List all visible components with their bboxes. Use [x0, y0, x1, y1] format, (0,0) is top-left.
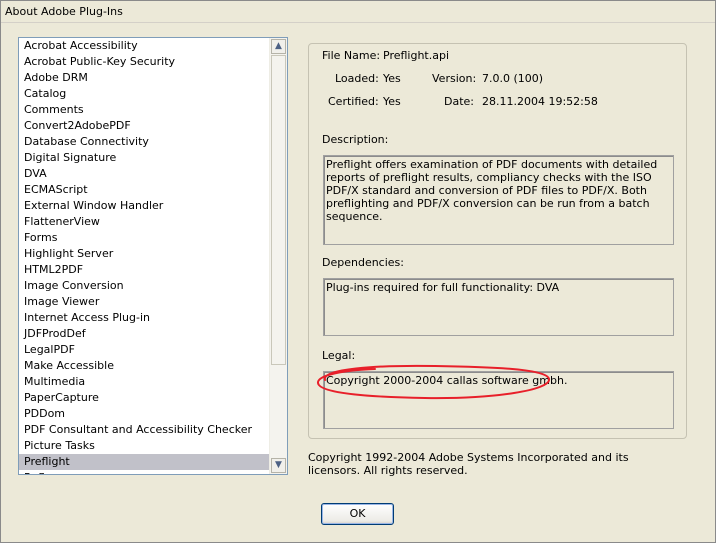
plugin-list-item[interactable]: Convert2AdobePDF [19, 118, 271, 134]
version-value: 7.0.0 (100) [482, 72, 544, 85]
scroll-down-arrow-icon[interactable]: ▼ [271, 458, 286, 473]
dependencies-label: Dependencies: [322, 256, 404, 269]
dependencies-textbox[interactable]: Plug-ins required for full functionality… [323, 278, 674, 336]
plugin-list-item[interactable]: Comments [19, 102, 271, 118]
window-title: About Adobe Plug-Ins [5, 5, 123, 18]
scroll-thumb[interactable] [271, 55, 286, 365]
legal-label: Legal: [322, 349, 356, 362]
plugin-list-item[interactable]: Picture Tasks [19, 438, 271, 454]
plugin-list-item[interactable]: Make Accessible [19, 358, 271, 374]
plugin-list[interactable]: Acrobat Accessibility Acrobat Public-Key … [18, 37, 288, 475]
plugin-list-item[interactable]: Acrobat Accessibility [19, 38, 271, 54]
loaded-value: Yes [383, 72, 401, 85]
plugin-list-item[interactable]: Adobe DRM [19, 70, 271, 86]
plugin-items: Acrobat Accessibility Acrobat Public-Key … [19, 38, 271, 474]
certified-value: Yes [383, 95, 401, 108]
plugin-list-item[interactable]: Catalog [19, 86, 271, 102]
plugin-list-item[interactable]: DVA [19, 166, 271, 182]
plugin-list-item[interactable]: Image Conversion [19, 278, 271, 294]
plugin-list-item[interactable]: Preflight [19, 454, 271, 470]
date-value: 28.11.2004 19:52:58 [482, 95, 598, 108]
plugin-details-panel: File Name: Preflight.api Loaded: Yes Ver… [308, 43, 687, 439]
description-label: Description: [322, 133, 389, 146]
description-textbox[interactable]: Preflight offers examination of PDF docu… [323, 155, 674, 245]
ok-button[interactable]: OK [321, 503, 394, 525]
plugin-list-item[interactable]: Reflow [19, 470, 271, 474]
plugin-list-item[interactable]: External Window Handler [19, 198, 271, 214]
plugin-list-item[interactable]: Database Connectivity [19, 134, 271, 150]
plugin-list-item[interactable]: LegalPDF [19, 342, 271, 358]
adobe-copyright-note: Copyright 1992-2004 Adobe Systems Incorp… [308, 451, 629, 477]
plugin-list-item[interactable]: Digital Signature [19, 150, 271, 166]
plugin-list-item[interactable]: Internet Access Plug-in [19, 310, 271, 326]
date-label: Date: [444, 95, 474, 108]
title-bar: About Adobe Plug-Ins [0, 0, 716, 23]
plugin-list-item[interactable]: PaperCapture [19, 390, 271, 406]
plugin-list-item[interactable]: PDF Consultant and Accessibility Checker [19, 422, 271, 438]
plugin-list-item[interactable]: HTML2PDF [19, 262, 271, 278]
plugin-list-item[interactable]: Acrobat Public-Key Security [19, 54, 271, 70]
loaded-label: Loaded: [335, 72, 379, 85]
file-name-label: File Name: [322, 49, 381, 62]
plugin-list-item[interactable]: FlattenerView [19, 214, 271, 230]
certified-label: Certified: [328, 95, 379, 108]
plugin-list-scrollbar[interactable]: ▲ ▼ [269, 38, 287, 474]
scroll-up-arrow-icon[interactable]: ▲ [271, 39, 286, 54]
file-name-value: Preflight.api [383, 49, 450, 62]
plugin-list-item[interactable]: Highlight Server [19, 246, 271, 262]
version-label: Version: [432, 72, 477, 85]
plugin-list-item[interactable]: Image Viewer [19, 294, 271, 310]
plugin-list-item[interactable]: Forms [19, 230, 271, 246]
plugin-list-item[interactable]: PDDom [19, 406, 271, 422]
plugin-list-item[interactable]: JDFProdDef [19, 326, 271, 342]
legal-textbox[interactable]: Copyright 2000-2004 callas software gmbh… [323, 371, 674, 429]
plugin-list-item[interactable]: ECMAScript [19, 182, 271, 198]
plugin-list-item[interactable]: Multimedia [19, 374, 271, 390]
